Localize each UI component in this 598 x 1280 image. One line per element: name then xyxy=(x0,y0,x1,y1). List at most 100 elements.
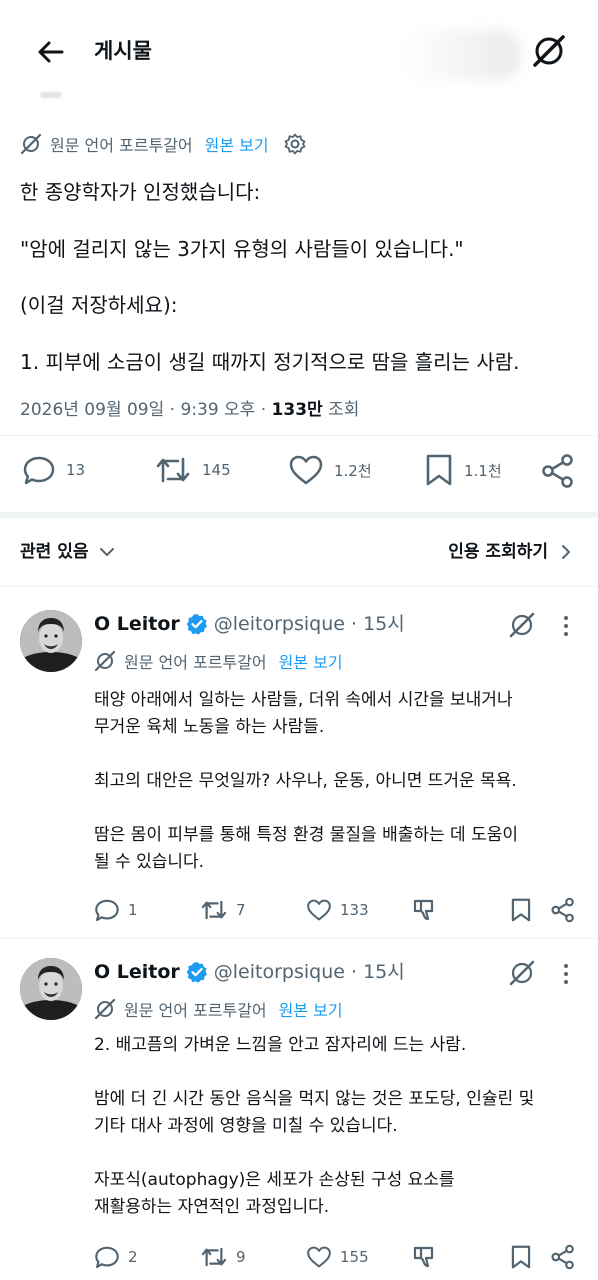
translation-notice: 원문 언어 포르투갈어 원본 보기 xyxy=(20,132,307,156)
repost-icon xyxy=(201,1247,227,1267)
grok-button[interactable] xyxy=(530,32,568,70)
bookmark-icon xyxy=(511,1245,531,1269)
like-button[interactable]: 133 xyxy=(306,897,369,923)
reply-header: O Leitor @leitorpsique · 15시 xyxy=(94,610,405,638)
chevron-right-icon xyxy=(562,545,570,559)
post-text-line: (이걸 저장하세요): xyxy=(20,293,178,317)
reply-count: 1 xyxy=(128,901,138,919)
related-sort-button[interactable]: 관련 있음 xyxy=(20,540,116,564)
back-button[interactable] xyxy=(34,35,68,69)
scroll-fade xyxy=(40,92,62,98)
section-divider xyxy=(0,512,598,518)
reply-button[interactable]: 13 xyxy=(22,453,85,487)
reply-line: 땀은 몸이 피부를 통해 특정 환경 물질을 배출하는 데 도움이 xyxy=(94,825,518,845)
share-button[interactable] xyxy=(540,453,576,489)
share-icon xyxy=(542,454,573,488)
avatar[interactable] xyxy=(20,958,82,1020)
post-meta: 2026년 09월 09일 · 9:39 오후 · 133만 조회 xyxy=(20,396,359,424)
bookmark-button[interactable]: 1.1천 xyxy=(424,453,502,487)
dislike-button[interactable] xyxy=(412,1244,438,1270)
verified-badge-icon xyxy=(186,614,207,635)
reply-text: 태양 아래에서 일하는 사람들, 더위 속에서 시간을 보내거나 무거운 육체 … xyxy=(94,687,584,876)
dislike-button[interactable] xyxy=(412,897,438,923)
reply-count: 13 xyxy=(66,461,86,479)
share-icon xyxy=(551,897,574,923)
author-name[interactable]: O Leitor xyxy=(94,610,180,638)
reply-line xyxy=(94,1059,584,1086)
author-handle[interactable]: @leitorpsique · 15시 xyxy=(214,958,405,986)
reply-line: 최고의 대안은 무엇일까? 사우나, 운동, 아니면 뜨거운 목욕. xyxy=(94,771,517,791)
divider xyxy=(0,586,598,587)
reply-line: 2. 배고픔의 가벼운 느낌을 안고 잠자리에 드는 사람. xyxy=(94,1035,467,1055)
reply-line: 태양 아래에서 일하는 사람들, 더위 속에서 시간을 보내거나 xyxy=(94,690,513,710)
verified-badge-icon xyxy=(186,962,207,983)
bookmark-button[interactable] xyxy=(510,897,532,923)
repost-button[interactable]: 7 xyxy=(200,897,246,923)
reply-line xyxy=(94,1140,584,1167)
more-vertical-icon xyxy=(564,964,568,984)
share-button[interactable] xyxy=(550,1244,576,1270)
translation-notice: 원문 언어 포르투갈어 원본 보기 xyxy=(94,997,343,1021)
heart-icon xyxy=(307,899,331,921)
quotes-label: 인용 조회하기 xyxy=(448,542,548,562)
grok-icon xyxy=(533,35,565,67)
share-button[interactable] xyxy=(550,897,576,923)
post-date: 2026년 09월 09일 · 9:39 오후 · xyxy=(20,400,272,420)
blurred-region xyxy=(400,30,520,80)
reply-line xyxy=(94,741,584,768)
reply-icon xyxy=(95,1246,119,1269)
related-label: 관련 있음 xyxy=(20,542,89,562)
chevron-down-icon xyxy=(100,548,115,556)
author-handle[interactable]: @leitorpsique · 15시 xyxy=(214,610,405,638)
grok-icon xyxy=(20,133,42,155)
grok-button[interactable] xyxy=(508,959,536,987)
grok-button[interactable] xyxy=(508,611,536,639)
show-original-link[interactable]: 원본 보기 xyxy=(205,132,269,156)
show-original-link[interactable]: 원본 보기 xyxy=(279,649,343,673)
reply-line: 기타 대사 과정에 영향을 미칠 수 있습니다. xyxy=(94,1116,398,1136)
more-options-button[interactable] xyxy=(562,614,570,638)
avatar[interactable] xyxy=(20,610,82,672)
author-name[interactable]: O Leitor xyxy=(94,958,180,986)
repost-button[interactable]: 145 xyxy=(154,453,231,487)
post-text-line: 한 종양학자가 인정했습니다: xyxy=(20,180,261,204)
post-text-line: "암에 걸리지 않는 3가지 유형의 사람들이 있습니다." xyxy=(20,237,464,261)
bookmark-icon xyxy=(426,454,452,486)
show-original-link[interactable]: 원본 보기 xyxy=(279,997,343,1021)
downvote-icon xyxy=(413,1246,434,1268)
downvote-icon xyxy=(413,899,434,921)
translation-label: 원문 언어 포르투갈어 xyxy=(124,653,267,672)
translation-notice: 원문 언어 포르투갈어 원본 보기 xyxy=(94,649,343,673)
reply-icon xyxy=(23,456,55,485)
reply-line: 될 수 있습니다. xyxy=(94,852,205,872)
more-options-button[interactable] xyxy=(562,962,570,986)
like-button[interactable]: 155 xyxy=(306,1244,369,1270)
repost-button[interactable]: 9 xyxy=(200,1244,246,1270)
repost-count: 145 xyxy=(202,461,231,479)
reply-text: 2. 배고픔의 가벼운 느낌을 안고 잠자리에 드는 사람. 밤에 더 긴 시간… xyxy=(94,1032,584,1221)
heart-icon xyxy=(289,455,323,485)
gear-icon[interactable] xyxy=(283,132,307,156)
grok-icon xyxy=(509,612,535,638)
bookmark-button[interactable] xyxy=(510,1244,532,1270)
reply-count: 2 xyxy=(128,1248,138,1266)
view-count: 133만 xyxy=(271,400,323,420)
like-button[interactable]: 1.2천 xyxy=(288,453,372,487)
like-count: 1.2천 xyxy=(334,461,372,480)
bookmark-count: 1.1천 xyxy=(464,461,502,480)
reply-button[interactable]: 1 xyxy=(94,897,138,923)
repost-count: 9 xyxy=(236,1248,246,1266)
reply-icon xyxy=(95,899,119,922)
grok-icon xyxy=(509,960,535,986)
page-title: 게시물 xyxy=(94,39,152,63)
bookmark-icon xyxy=(511,898,531,922)
heart-icon xyxy=(307,1246,331,1268)
reply-line: 재활용하는 자연적인 과정입니다. xyxy=(94,1197,330,1217)
reply-button[interactable]: 2 xyxy=(94,1244,138,1270)
like-count: 133 xyxy=(340,901,369,919)
view-quotes-link[interactable]: 인용 조회하기 xyxy=(448,540,574,564)
repost-icon xyxy=(156,457,190,483)
share-icon xyxy=(551,1244,574,1270)
like-count: 155 xyxy=(340,1248,369,1266)
post-text-line: 1. 피부에 소금이 생길 때까지 정기적으로 땀을 흘리는 사람. xyxy=(20,350,520,374)
